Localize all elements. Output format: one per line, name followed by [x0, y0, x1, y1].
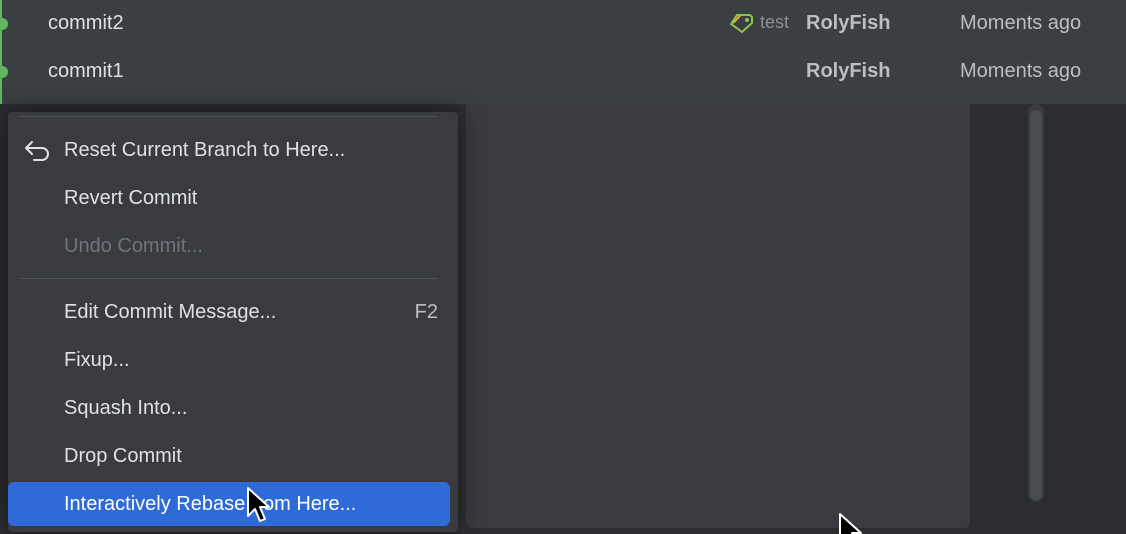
mouse-pointer-icon	[247, 487, 270, 522]
tag-icon	[730, 13, 753, 33]
undo-arrow-icon	[25, 141, 49, 161]
tag-label: test	[760, 12, 790, 32]
menu-item-shortcut: F2	[414, 301, 438, 323]
mouse-pointer-icon	[839, 513, 862, 534]
menu-item-label: Squash Into...	[64, 397, 188, 419]
commit-author: RolyFish	[806, 12, 891, 34]
commit-node-icon	[0, 66, 8, 78]
menu-item-label: Reset Current Branch to Here...	[64, 139, 346, 161]
popup-panel	[466, 104, 970, 528]
commit-message: commit1	[48, 60, 124, 82]
drop-commit-menu-item[interactable]: Drop Commit	[8, 434, 450, 478]
menu-separator	[20, 278, 438, 279]
interactive-rebase-menu-item[interactable]: Interactively Rebase from Here...	[8, 482, 450, 526]
commit-node-icon	[0, 18, 8, 30]
commit-log: commit2 test RolyFish Moments ago commit…	[0, 0, 1126, 104]
commit-author: RolyFish	[806, 60, 891, 82]
menu-separator	[20, 116, 438, 117]
revert-commit-menu-item[interactable]: Revert Commit	[8, 176, 450, 220]
menu-item-label: Revert Commit	[64, 187, 198, 209]
undo-commit-menu-item: Undo Commit...	[8, 224, 450, 268]
reset-branch-menu-item[interactable]: Reset Current Branch to Here...	[8, 128, 450, 172]
menu-item-label: Edit Commit Message...	[64, 301, 277, 323]
squash-into-menu-item[interactable]: Squash Into...	[8, 386, 450, 430]
edit-commit-message-menu-item[interactable]: Edit Commit Message... F2	[8, 290, 450, 334]
menu-item-label: Drop Commit	[64, 445, 182, 467]
scrollbar-thumb[interactable]	[1030, 110, 1042, 500]
tag-badge: test	[728, 12, 789, 33]
menu-item-label: Interactively Rebase from Here...	[64, 493, 357, 515]
fixup-menu-item[interactable]: Fixup...	[8, 338, 450, 382]
menu-item-label: Fixup...	[64, 349, 130, 371]
commit-message: commit2	[48, 12, 124, 34]
commit-row[interactable]: commit2 test RolyFish Moments ago	[0, 0, 1126, 48]
commit-date: Moments ago	[960, 12, 1082, 34]
menu-item-label: Undo Commit...	[64, 235, 203, 257]
commit-row[interactable]: commit1 RolyFish Moments ago	[0, 48, 1126, 96]
commit-context-menu: Reset Current Branch to Here... Revert C…	[8, 112, 458, 532]
commit-date: Moments ago	[960, 60, 1082, 82]
